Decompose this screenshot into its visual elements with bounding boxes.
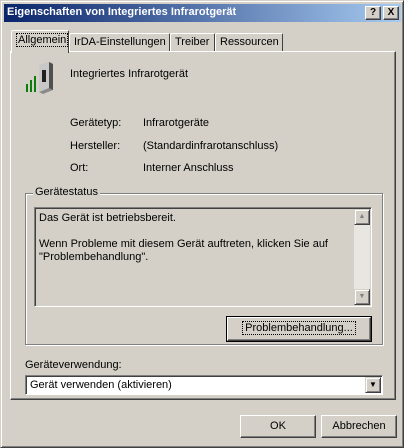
cancel-button[interactable]: Abbrechen — [321, 415, 397, 438]
help-button[interactable]: ? — [365, 6, 381, 20]
device-status-textbox[interactable]: Das Gerät ist betriebsbereit. Wenn Probl… — [34, 207, 372, 307]
tab-label: IrDA-Einstellungen — [74, 36, 166, 48]
troubleshoot-button[interactable]: Problembehandlung... — [226, 316, 372, 342]
device-type-label: Gerätetyp: — [70, 117, 122, 129]
device-name: Integriertes Infrarotgerät — [70, 68, 189, 80]
location-value: Interner Anschluss — [143, 162, 234, 174]
infrared-device-icon — [26, 62, 53, 94]
tab-label: Ressourcen — [220, 36, 279, 48]
device-usage-select[interactable]: Gerät verwenden (aktivieren) ▼ — [25, 375, 383, 395]
status-scrollbar[interactable]: ▲ ▼ — [354, 209, 370, 305]
status-line-hint: Wenn Probleme mit diesem Gerät auftreten… — [39, 238, 328, 263]
manufacturer-value: (Standardinfrarotanschluss) — [143, 140, 279, 152]
chevron-down-icon[interactable]: ▼ — [365, 377, 381, 393]
device-type-value: Infrarotgeräte — [143, 117, 210, 129]
tab-irda-einstellungen[interactable]: IrDA-Einstellungen — [69, 33, 170, 52]
close-button[interactable]: X — [383, 6, 399, 20]
tab-ressourcen[interactable]: Ressourcen — [215, 33, 283, 52]
tab-allgemein[interactable]: Allgemein — [11, 30, 69, 53]
device-status-legend: Gerätestatus — [33, 186, 100, 198]
window-title: Eigenschaften von Integriertes Infrarotg… — [7, 6, 237, 18]
scroll-down-arrow-icon[interactable]: ▼ — [354, 289, 370, 305]
scroll-up-arrow-icon[interactable]: ▲ — [354, 209, 370, 225]
ok-button[interactable]: OK — [240, 415, 316, 438]
status-line-ready: Das Gerät ist betriebsbereit. — [39, 212, 176, 224]
device-usage-value: Gerät verwenden (aktivieren) — [30, 379, 172, 391]
title-bar[interactable]: Eigenschaften von Integriertes Infrarotg… — [4, 4, 401, 22]
tab-treiber[interactable]: Treiber — [170, 33, 215, 52]
device-usage-label: Geräteverwendung: — [25, 359, 122, 371]
tab-label: Allgemein — [16, 33, 69, 47]
properties-dialog: Eigenschaften von Integriertes Infrarotg… — [0, 0, 404, 448]
location-label: Ort: — [70, 162, 89, 174]
manufacturer-label: Hersteller: — [70, 140, 121, 152]
tab-label: Treiber — [175, 36, 210, 48]
device-status-text: Das Gerät ist betriebsbereit. Wenn Probl… — [39, 212, 349, 277]
troubleshoot-label: Problembehandlung... — [242, 321, 356, 335]
